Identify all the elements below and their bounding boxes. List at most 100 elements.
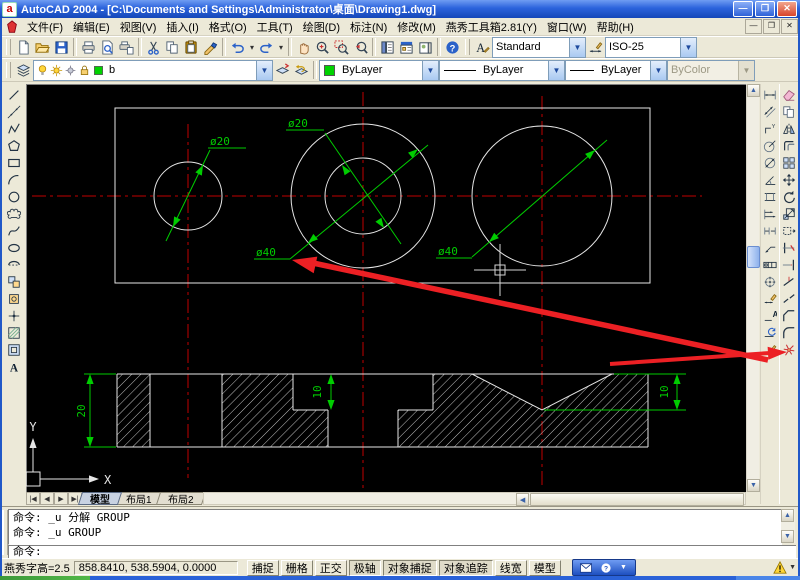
command-scrollbar[interactable]: ▲ ▼	[781, 509, 795, 543]
vertical-scrollbar[interactable]: ▲ ▼	[746, 84, 759, 492]
status-toggle-model[interactable]: 模型	[529, 560, 561, 576]
break-at-point-button[interactable]	[780, 273, 798, 290]
fillet-button[interactable]	[780, 324, 798, 341]
status-toggle-snap[interactable]: 捕捉	[247, 560, 279, 576]
ellipse-button[interactable]	[5, 239, 23, 256]
rectangle-button[interactable]	[5, 154, 23, 171]
erase-button[interactable]	[780, 86, 798, 103]
spline-button[interactable]	[5, 222, 23, 239]
match-properties-button[interactable]	[201, 38, 220, 57]
layer-combo[interactable]: b ▼	[33, 60, 273, 81]
print-preview-button[interactable]	[98, 38, 117, 57]
circle-button[interactable]	[5, 188, 23, 205]
chevron-down-icon[interactable]: ▼	[650, 61, 666, 80]
flyout-caret-button[interactable]: ▾	[276, 38, 286, 57]
chevron-down-icon[interactable]: ▼	[620, 564, 627, 571]
linear-dimension-button[interactable]	[761, 86, 779, 103]
make-block-button[interactable]	[5, 290, 23, 307]
scroll-up-button[interactable]: ▲	[781, 509, 794, 522]
point-button[interactable]	[5, 307, 23, 324]
flyout-caret-button[interactable]: ▾	[247, 38, 257, 57]
doc-restore-button[interactable]: ❐	[763, 19, 780, 34]
ordinate-dimension-button[interactable]: Y	[761, 120, 779, 137]
command-input[interactable]: 命令:	[8, 545, 796, 558]
dim-style-button[interactable]	[761, 341, 779, 358]
tab-nav-button[interactable]: |◀	[26, 492, 40, 505]
polyline-button[interactable]	[5, 120, 23, 137]
menu-item-4[interactable]: 格式(O)	[204, 18, 252, 36]
explode-button[interactable]	[780, 341, 798, 358]
scale-button[interactable]	[780, 205, 798, 222]
dim-style-combo[interactable]: ISO-25 ▼	[605, 37, 697, 58]
revision-cloud-button[interactable]	[5, 205, 23, 222]
redo-button[interactable]	[257, 38, 276, 57]
horizontal-scroll-thumb[interactable]	[530, 493, 744, 506]
array-button[interactable]	[780, 154, 798, 171]
stretch-button[interactable]	[780, 222, 798, 239]
design-center-button[interactable]	[397, 38, 416, 57]
status-toggle-otrack[interactable]: 对象追踪	[439, 560, 493, 576]
close-button[interactable]: ✕	[777, 1, 797, 17]
diameter-dimension-button[interactable]	[761, 154, 779, 171]
zoom-window-button[interactable]	[332, 38, 351, 57]
toolbar-grip[interactable]	[465, 39, 470, 55]
minimize-button[interactable]: —	[733, 1, 753, 17]
communication-center[interactable]: ? ▼	[572, 559, 636, 576]
region-button[interactable]	[5, 341, 23, 358]
publish-button[interactable]	[117, 38, 136, 57]
cut-button[interactable]	[144, 38, 163, 57]
radius-dimension-button[interactable]	[761, 137, 779, 154]
continue-dimension-button[interactable]	[761, 222, 779, 239]
tab-nav-button[interactable]: ◀	[40, 492, 54, 505]
move-button[interactable]	[780, 171, 798, 188]
text-style-button[interactable]: A	[473, 38, 492, 57]
tolerance-button[interactable]	[761, 256, 779, 273]
rotate-button[interactable]	[780, 188, 798, 205]
undo-button[interactable]	[228, 38, 247, 57]
center-mark-button[interactable]	[761, 273, 779, 290]
open-file-button[interactable]	[33, 38, 52, 57]
menu-item-9[interactable]: 燕秀工具箱2.81(Y)	[441, 18, 542, 36]
aligned-dimension-button[interactable]	[761, 103, 779, 120]
menu-item-7[interactable]: 标注(N)	[345, 18, 392, 36]
command-history[interactable]: 命令: _u 分解 GROUP命令: _u GROUP	[8, 509, 782, 545]
chevron-down-icon[interactable]: ▼	[680, 38, 696, 57]
copy-clip-button[interactable]	[163, 38, 182, 57]
construction-line-button[interactable]	[5, 103, 23, 120]
multiline-text-button[interactable]: A	[5, 358, 23, 375]
color-combo[interactable]: ByLayer ▼	[319, 60, 439, 81]
drawing-canvas[interactable]: ø20 ø20 ø40 ø40 20 10 10 Y X	[26, 84, 746, 492]
make-objects-layer-button[interactable]	[273, 61, 292, 80]
linetype-combo[interactable]: ByLayer ▼	[439, 60, 565, 81]
copy-object-button[interactable]	[780, 103, 798, 120]
quick-leader-button[interactable]	[761, 239, 779, 256]
offset-button[interactable]	[780, 137, 798, 154]
toolbar-grip[interactable]	[6, 62, 11, 78]
menu-item-0[interactable]: 文件(F)	[22, 18, 68, 36]
status-toggle-osnap[interactable]: 对象捕捉	[383, 560, 437, 576]
doc-close-button[interactable]: ✕	[781, 19, 798, 34]
menu-item-5[interactable]: 工具(T)	[252, 18, 298, 36]
status-toggle-polar[interactable]: 极轴	[349, 560, 381, 576]
break-button[interactable]	[780, 290, 798, 307]
menu-item-2[interactable]: 视图(V)	[115, 18, 162, 36]
chevron-down-icon[interactable]: ▼	[422, 61, 438, 80]
status-toggle-ortho[interactable]: 正交	[315, 560, 347, 576]
scroll-up-button[interactable]: ▲	[747, 84, 760, 97]
menu-item-6[interactable]: 绘图(D)	[298, 18, 345, 36]
horizontal-scrollbar[interactable]: ◀	[203, 492, 746, 505]
ellipse-arc-button[interactable]	[5, 256, 23, 273]
dimension-text-edit-button[interactable]: A	[761, 307, 779, 324]
scroll-down-button[interactable]: ▼	[747, 479, 760, 492]
line-button[interactable]	[5, 86, 23, 103]
dimension-update-button[interactable]	[761, 324, 779, 341]
chamfer-button[interactable]	[780, 307, 798, 324]
chevron-down-icon[interactable]: ▼	[548, 61, 564, 80]
chevron-down-icon[interactable]: ▼	[256, 61, 272, 80]
zoom-previous-button[interactable]	[351, 38, 370, 57]
status-tray[interactable]: ▼	[773, 561, 796, 574]
properties-button[interactable]	[378, 38, 397, 57]
menu-item-3[interactable]: 插入(I)	[161, 18, 203, 36]
hatch-button[interactable]	[5, 324, 23, 341]
trim-button[interactable]	[780, 239, 798, 256]
